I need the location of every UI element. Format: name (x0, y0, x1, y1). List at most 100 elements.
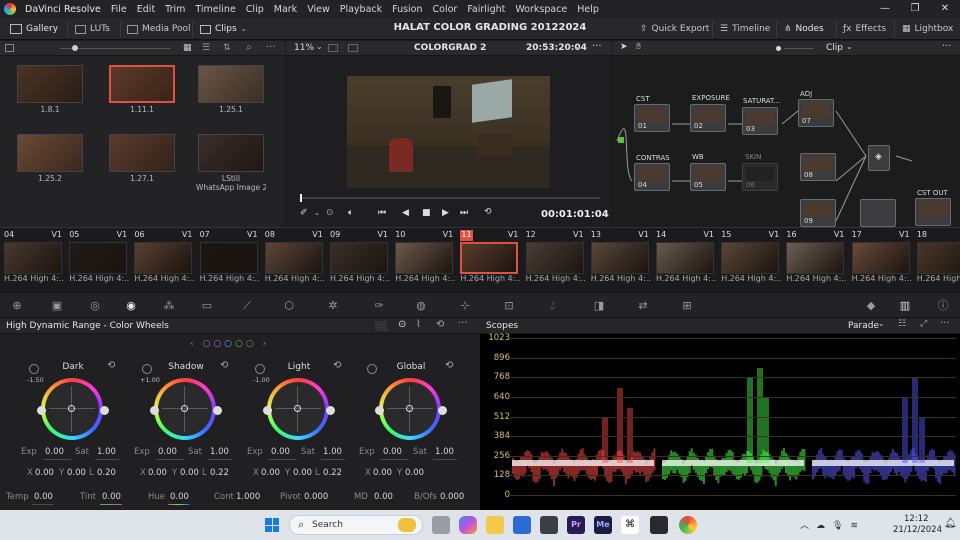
y-value[interactable]: 0.00 (405, 468, 424, 478)
node-cst-out[interactable] (915, 198, 951, 226)
wheel-knob[interactable] (37, 406, 46, 415)
capcut-icon[interactable]: ⌘ (621, 516, 639, 534)
more-options-icon[interactable]: ··· (940, 318, 950, 329)
picker-icon[interactable]: ✐ (300, 208, 308, 218)
clip-thumbnail[interactable]: 12 V1 H.264 High 4:... (524, 230, 586, 288)
step-back-icon[interactable]: ◀ (402, 208, 409, 218)
luts-button[interactable]: LUTs (75, 21, 110, 37)
lightbox-button[interactable]: ▦ Lightbox (902, 21, 953, 37)
timeline-name[interactable]: COLORGRAD 2 (414, 43, 486, 53)
highlight-icon[interactable]: ⊙ (326, 208, 334, 218)
hdr-wheels-icon[interactable]: ◉ (124, 299, 138, 313)
search-box[interactable]: ⌕ Search (289, 515, 423, 535)
eyedropper-icon[interactable]: ✑ (372, 299, 386, 313)
playhead[interactable] (300, 194, 302, 202)
chevron-down-icon[interactable]: ⌄ (479, 42, 486, 51)
chevron-down-icon[interactable]: ⌄ (878, 319, 885, 328)
node-skin[interactable]: 06 (742, 163, 778, 191)
qualifier-icon[interactable]: ✲ (326, 299, 340, 313)
chevron-down-icon[interactable]: ⌄ (575, 42, 582, 51)
reset-icon[interactable]: ⟲ (107, 360, 115, 371)
y-value[interactable]: 0.00 (67, 468, 86, 478)
tracker-icon[interactable]: ⊹ (458, 299, 472, 313)
still-thumb[interactable]: 1.8.1 (15, 65, 85, 114)
clip-thumbnail[interactable]: 06 V1 H.264 High 4:... (132, 230, 194, 288)
scrub-bar[interactable] (300, 194, 600, 202)
clock-date[interactable]: 21/12/2024 (893, 525, 942, 535)
wheel-knob[interactable] (326, 406, 335, 415)
page-dot[interactable]: ○ (213, 339, 224, 349)
color-match-icon[interactable]: ▣ (50, 299, 64, 313)
still-thumb[interactable]: 1.11.1 (107, 65, 177, 114)
premiere-icon[interactable]: Pr (567, 516, 585, 534)
md-value[interactable]: 0.00 (374, 492, 393, 502)
sat-value[interactable]: 1.00 (435, 447, 454, 457)
node-wb[interactable]: 05 (690, 163, 726, 191)
chevron-down-icon[interactable]: ⌄ (316, 42, 323, 51)
go-to-end-icon[interactable]: ⏭︎ (460, 208, 468, 218)
exp-value[interactable]: 0.00 (271, 447, 290, 457)
stop-icon[interactable]: ■ (422, 208, 431, 218)
network-icon[interactable]: ☁ (816, 521, 832, 531)
l-value[interactable]: 0.22 (210, 468, 229, 478)
scopes-icon[interactable]: ▥ (898, 299, 912, 313)
node-contrast[interactable]: 04 (634, 163, 670, 191)
target-icon[interactable]: ⊙ (398, 319, 406, 330)
color-wheel[interactable] (41, 378, 103, 440)
play-icon[interactable]: ▶ (442, 208, 449, 218)
zoom-level[interactable]: 11% (294, 43, 314, 53)
menu-fusion[interactable]: Fusion (387, 4, 427, 15)
clip-thumbnail[interactable]: 05 V1 H.264 High 4:... (67, 230, 129, 288)
wifi-icon[interactable]: ≋ (850, 521, 865, 531)
cont-value[interactable]: 1.000 (236, 492, 260, 502)
viewer-mode-icon[interactable] (348, 44, 358, 52)
still-thumb[interactable]: 1.25.1 (196, 65, 266, 114)
info-icon[interactable]: ⓘ (936, 299, 950, 313)
node-09[interactable]: 09 (800, 199, 836, 227)
keyframes-icon[interactable]: ◆ (864, 299, 878, 313)
color-wheel[interactable] (379, 378, 441, 440)
clip-thumbnail[interactable]: 11 V1 H.264 High 4:... (458, 230, 520, 288)
reset-icon[interactable]: ⟲ (220, 360, 228, 371)
effects-button[interactable]: ƒx Effects (843, 21, 886, 37)
chevron-right-icon[interactable]: › (263, 339, 270, 349)
blur-icon[interactable]: 💧︎ (546, 299, 560, 313)
clip-thumbnail[interactable]: 10 V1 H.264 High 4:... (393, 230, 455, 288)
wheel-puck[interactable] (68, 405, 75, 412)
node-adj[interactable]: 07 (798, 99, 834, 127)
loop-icon[interactable]: ⟲ (484, 207, 492, 217)
exp-value[interactable]: 0.00 (45, 447, 64, 457)
wheel-puck[interactable] (294, 405, 301, 412)
menu-timeline[interactable]: Timeline (190, 4, 240, 15)
magic-mask-icon[interactable]: ⊡ (502, 299, 516, 313)
node-08[interactable]: 08 (800, 153, 836, 181)
davinci-resolve-icon[interactable] (650, 516, 668, 534)
sat-value[interactable]: 1.00 (323, 447, 342, 457)
node-cst[interactable]: 01 (634, 104, 670, 132)
quick-export-button[interactable]: ⇪ Quick Export (640, 21, 709, 37)
scope-settings-icon[interactable]: ☷ (898, 319, 906, 329)
menu-playback[interactable]: Playback (335, 4, 387, 15)
motion-effects-icon[interactable]: ▭ (200, 299, 214, 313)
node-combiner-2[interactable] (860, 199, 896, 227)
l-value[interactable]: 0.22 (323, 468, 342, 478)
node-exposure[interactable]: 02 (690, 104, 726, 132)
close-icon[interactable]: ✕ (930, 0, 960, 18)
exp-value[interactable]: 0.00 (383, 447, 402, 457)
pivot-value[interactable]: 0.000 (304, 492, 328, 502)
clip-thumbnail[interactable]: 07 V1 H.264 High 4:... (198, 230, 260, 288)
node-saturation[interactable]: 03 (742, 107, 778, 135)
waveform-icon[interactable]: ⌇ (416, 319, 421, 330)
chrome-icon[interactable] (679, 516, 697, 534)
sizing-icon[interactable]: ⇄ (636, 299, 650, 313)
highlight-toggle[interactable] (375, 321, 387, 331)
wheel-knob[interactable] (150, 406, 159, 415)
windows-start-icon[interactable] (265, 518, 279, 532)
l-value[interactable]: 0.20 (97, 468, 116, 478)
nodes-button[interactable]: ⋔ Nodes (784, 21, 824, 37)
color-warper-icon[interactable]: ⬡ (282, 299, 296, 313)
menu-trim[interactable]: Trim (160, 4, 190, 15)
color-wheels-icon[interactable]: ◎ (88, 299, 102, 313)
menu-fairlight[interactable]: Fairlight (462, 4, 510, 15)
wheel-knob[interactable] (100, 406, 109, 415)
